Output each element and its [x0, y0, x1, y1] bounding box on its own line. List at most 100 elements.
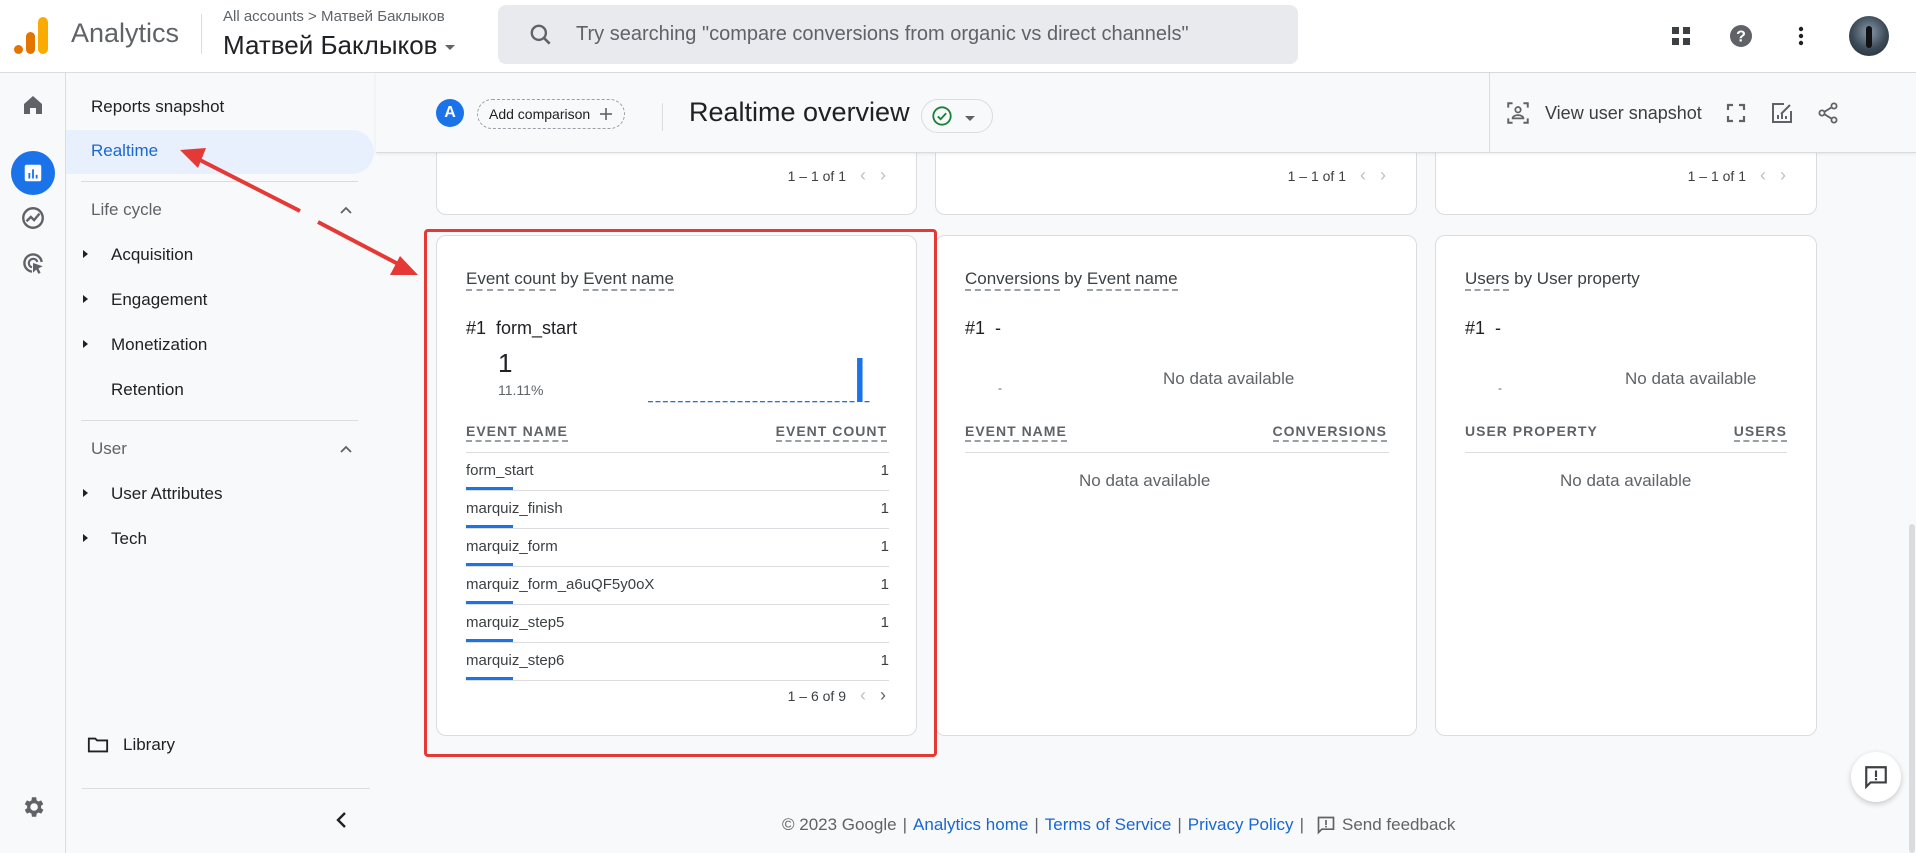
- analytics-home-link[interactable]: Analytics home: [913, 815, 1028, 835]
- chevron-left-icon[interactable]: ‹: [1760, 165, 1766, 186]
- view-user-snapshot-label: View user snapshot: [1545, 102, 1702, 123]
- breadcrumb-all-accounts[interactable]: All accounts: [223, 8, 304, 25]
- metric-label[interactable]: Event count: [466, 269, 556, 291]
- sidebar-item-reports-snapshot[interactable]: Reports snapshot: [91, 97, 224, 117]
- dimension-label[interactable]: Event name: [1086, 269, 1178, 291]
- sidebar-item-monetization[interactable]: Monetization: [83, 335, 207, 355]
- analytics-logo-icon[interactable]: [14, 16, 50, 54]
- separator: |: [1299, 815, 1304, 834]
- caret-down-icon: [965, 115, 975, 121]
- table-row[interactable]: form_start 1: [466, 453, 889, 491]
- view-user-snapshot-button[interactable]: View user snapshot: [1505, 100, 1702, 126]
- chevron-up-icon[interactable]: [338, 202, 354, 218]
- expand-arrow-icon: [83, 295, 88, 303]
- column-header-user-property[interactable]: USER PROPERTY: [1465, 423, 1598, 439]
- svg-text:?: ?: [1736, 29, 1746, 46]
- top-bar: Analytics All accounts > Матвей Баклыков…: [0, 0, 1916, 73]
- search-input[interactable]: [576, 23, 1276, 46]
- check-circle-icon: [932, 106, 952, 126]
- sidebar-item-realtime[interactable]: Realtime: [66, 130, 374, 174]
- sidebar-section-user[interactable]: User: [91, 439, 127, 459]
- page-scrollbar[interactable]: [1909, 524, 1915, 853]
- breadcrumb[interactable]: All accounts > Матвей Баклыков: [223, 8, 445, 25]
- sidebar-item-tech[interactable]: Tech: [83, 529, 147, 549]
- chevron-right-icon[interactable]: ›: [880, 685, 886, 706]
- reports-icon: [24, 164, 42, 182]
- share-icon[interactable]: [1816, 101, 1840, 125]
- expand-arrow-icon: [83, 489, 88, 497]
- feedback-fab[interactable]: [1851, 752, 1901, 802]
- send-feedback-link[interactable]: Send feedback: [1316, 815, 1455, 835]
- terms-of-service-link[interactable]: Terms of Service: [1045, 815, 1172, 835]
- rail-advertising[interactable]: [11, 241, 55, 285]
- top-item-value: -: [1498, 381, 1502, 395]
- chart-bar: [819, 401, 825, 403]
- account-avatar[interactable]: [1849, 16, 1889, 56]
- row-share-bar: [466, 487, 513, 490]
- pagination: 1 – 1 of 1 ‹ ›: [1288, 165, 1386, 186]
- help-icon[interactable]: ?: [1729, 24, 1753, 48]
- sidebar-item-library[interactable]: Library: [87, 735, 175, 755]
- event-name: marquiz_step5: [466, 614, 565, 631]
- metric-label[interactable]: Users: [1465, 269, 1510, 291]
- metric-label[interactable]: Conversions: [965, 269, 1060, 291]
- apps-grid-icon[interactable]: [1669, 24, 1693, 48]
- copyright: © 2023 Google: [782, 815, 897, 834]
- table-row[interactable]: marquiz_form 1: [466, 529, 889, 567]
- column-header-event-name[interactable]: EVENT NAME: [965, 423, 1067, 442]
- chevron-left-icon[interactable]: ‹: [860, 165, 866, 186]
- sidebar-item-label: Library: [123, 735, 175, 754]
- rail-reports[interactable]: [11, 151, 55, 195]
- chart-bar: [752, 401, 758, 403]
- gear-icon: [24, 797, 44, 817]
- sidebar-item-acquisition[interactable]: Acquisition: [83, 245, 193, 265]
- dimension-label[interactable]: Event name: [583, 269, 674, 291]
- comparison-badge[interactable]: A: [436, 99, 464, 127]
- chart-bar: [834, 401, 840, 403]
- folder-icon: [87, 737, 109, 753]
- rail-home[interactable]: [11, 83, 55, 127]
- table-row[interactable]: marquiz_step6 1: [466, 643, 889, 681]
- account-name: Матвей Баклыков: [223, 30, 438, 60]
- customize-report-icon[interactable]: [1770, 101, 1794, 125]
- report-status-dropdown[interactable]: [921, 99, 993, 133]
- separator: |: [902, 815, 908, 834]
- chevron-right-icon[interactable]: ›: [880, 165, 886, 186]
- event-count: 1: [880, 462, 889, 479]
- table-row[interactable]: marquiz_form_a6uQF5y0oX 1: [466, 567, 889, 605]
- title-connector: by User property: [1509, 269, 1640, 288]
- sidebar-item-user-attributes[interactable]: User Attributes: [83, 484, 223, 504]
- chart-bar: [789, 401, 795, 403]
- chevron-up-icon[interactable]: [338, 441, 354, 457]
- account-selector[interactable]: Матвей Баклыков: [223, 30, 456, 61]
- sidebar-section-lifecycle[interactable]: Life cycle: [91, 200, 162, 220]
- divider: [81, 420, 358, 421]
- table-row[interactable]: marquiz_step5 1: [466, 605, 889, 643]
- rail-explore[interactable]: [11, 196, 55, 240]
- column-header-conversions[interactable]: CONVERSIONS: [1272, 423, 1387, 442]
- table-row[interactable]: marquiz_finish 1: [466, 491, 889, 529]
- more-vert-icon[interactable]: [1789, 24, 1813, 48]
- breadcrumb-account[interactable]: Матвей Баклыков: [321, 8, 445, 25]
- fullscreen-icon[interactable]: [1724, 101, 1748, 125]
- rail-admin[interactable]: [11, 785, 55, 829]
- add-comparison-button[interactable]: Add comparison: [477, 99, 626, 129]
- sidebar-item-engagement[interactable]: Engagement: [83, 290, 207, 310]
- chart-bar: [715, 401, 721, 403]
- chevron-left-icon[interactable]: ‹: [860, 685, 866, 706]
- search-bar[interactable]: [498, 5, 1298, 64]
- privacy-policy-link[interactable]: Privacy Policy: [1188, 815, 1294, 835]
- divider: [201, 14, 202, 54]
- pagination-label: 1 – 1 of 1: [1687, 167, 1746, 184]
- sidebar-item-retention[interactable]: Retention: [111, 380, 184, 400]
- column-header-event-count[interactable]: EVENT COUNT: [775, 423, 887, 442]
- column-header-users[interactable]: USERS: [1733, 423, 1787, 442]
- chevron-right-icon[interactable]: ›: [1780, 165, 1786, 186]
- separator: |: [1177, 815, 1182, 834]
- collapse-sidebar-chevron-icon[interactable]: [334, 810, 350, 830]
- column-header-label: CONVERSIONS: [1272, 423, 1387, 442]
- column-header-label: EVENT NAME: [965, 423, 1067, 442]
- column-header-event-name[interactable]: EVENT NAME: [466, 423, 568, 442]
- chevron-right-icon[interactable]: ›: [1380, 165, 1386, 186]
- chevron-left-icon[interactable]: ‹: [1360, 165, 1366, 186]
